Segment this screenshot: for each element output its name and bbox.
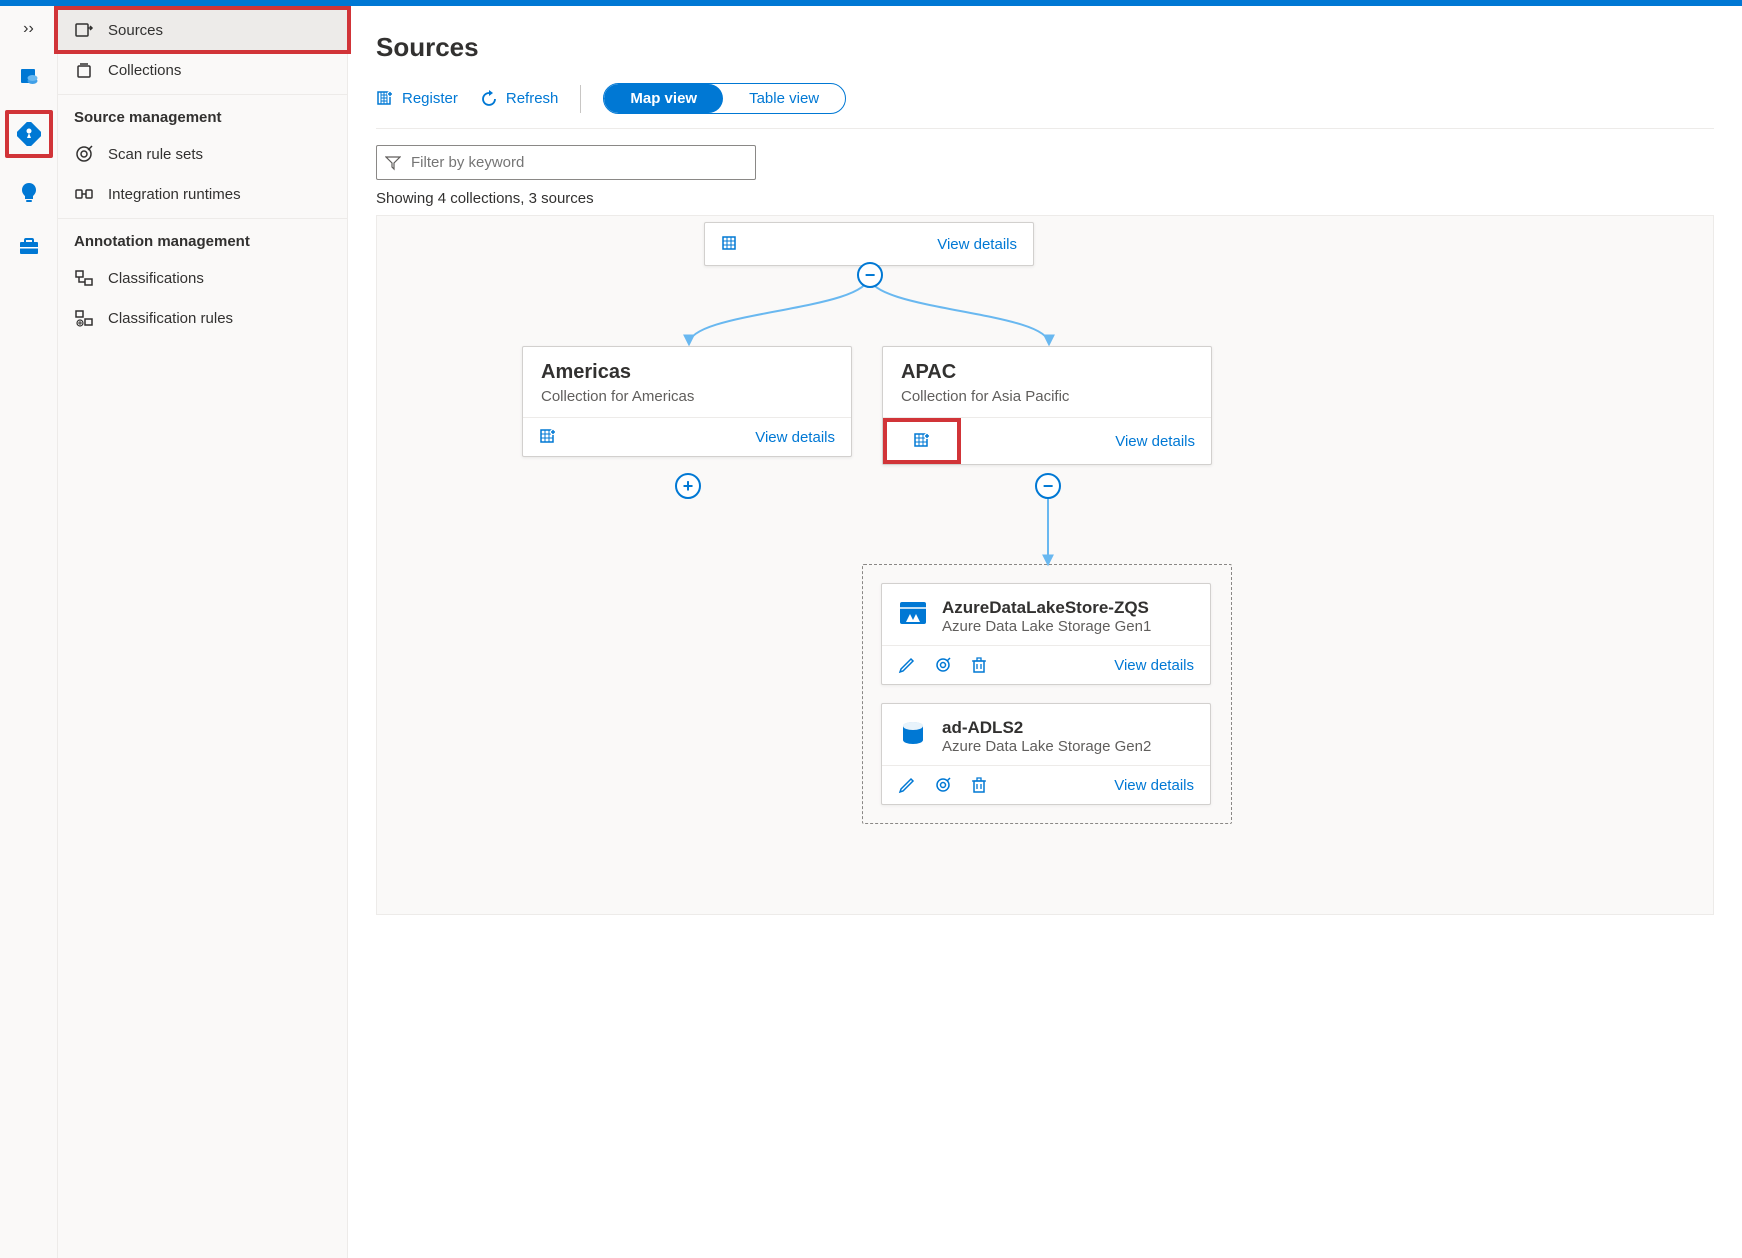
showing-count: Showing 4 collections, 3 sources <box>376 190 1714 207</box>
toolbar-separator <box>580 85 581 113</box>
root-collection-node[interactable]: View details <box>704 222 1034 266</box>
root-view-details[interactable]: View details <box>937 236 1017 253</box>
rail-item-sources[interactable] <box>5 110 53 158</box>
register-source-icon[interactable] <box>913 432 931 450</box>
database-icon <box>17 64 41 88</box>
sidebar-item-label: Scan rule sets <box>108 146 203 163</box>
rail-item-management[interactable] <box>9 226 49 266</box>
refresh-icon <box>480 90 498 108</box>
connector-apac-children <box>377 486 1277 576</box>
register-button[interactable]: Register <box>376 90 458 108</box>
source-view-details[interactable]: View details <box>1114 777 1194 794</box>
sidebar-item-integration-runtimes[interactable]: Integration runtimes <box>58 174 347 214</box>
collections-icon <box>74 60 94 80</box>
expand-rail-button[interactable]: ›› <box>15 16 42 42</box>
filter-input-wrapper <box>376 145 756 180</box>
target-icon <box>74 144 94 164</box>
adls-gen1-icon <box>898 598 928 628</box>
register-icon <box>376 90 394 108</box>
sidebar-item-sources[interactable]: Sources <box>54 6 351 54</box>
source-card-adls2[interactable]: ad-ADLS2 Azure Data Lake Storage Gen2 Vi… <box>881 703 1211 805</box>
apac-view-details[interactable]: View details <box>1115 433 1195 450</box>
sidebar-item-label: Sources <box>108 22 163 39</box>
toolbox-icon <box>17 234 41 258</box>
scan-icon[interactable] <box>934 776 952 794</box>
toolbar: Register Refresh Map view Table view <box>376 83 1714 129</box>
sources-nav-icon <box>74 20 94 40</box>
delete-icon[interactable] <box>970 776 988 794</box>
sidebar-item-classifications[interactable]: Classifications <box>58 258 347 298</box>
source-subtitle: Azure Data Lake Storage Gen1 <box>942 618 1151 635</box>
lightbulb-icon <box>17 180 41 204</box>
node-subtitle: Collection for Americas <box>541 388 833 405</box>
register-source-icon[interactable] <box>539 428 557 446</box>
map-canvas[interactable]: View details − Americas Collection for A… <box>376 215 1714 915</box>
node-title: Americas <box>541 361 833 384</box>
sidebar-item-label: Classification rules <box>108 310 233 327</box>
sidebar-item-collections[interactable]: Collections <box>58 50 347 90</box>
edit-icon[interactable] <box>898 656 916 674</box>
sidebar-item-label: Collections <box>108 62 181 79</box>
sidebar: Sources Collections Source management Sc… <box>58 6 348 1258</box>
collection-node-apac[interactable]: APAC Collection for Asia Pacific View de… <box>882 346 1212 465</box>
source-title: ad-ADLS2 <box>942 718 1151 738</box>
source-view-details[interactable]: View details <box>1114 657 1194 674</box>
source-card-adls1[interactable]: AzureDataLakeStore-ZQS Azure Data Lake S… <box>881 583 1211 685</box>
rail-item-insights[interactable] <box>9 172 49 212</box>
refresh-button[interactable]: Refresh <box>480 90 559 108</box>
node-title: APAC <box>901 361 1193 384</box>
register-label: Register <box>402 90 458 107</box>
delete-icon[interactable] <box>970 656 988 674</box>
americas-expand-badge[interactable]: + <box>675 473 701 499</box>
refresh-label: Refresh <box>506 90 559 107</box>
sidebar-section-source-mgmt: Source management <box>58 94 347 134</box>
view-toggle: Map view Table view <box>603 83 846 114</box>
sidebar-item-classification-rules[interactable]: Classification rules <box>58 298 347 338</box>
sidebar-item-label: Classifications <box>108 270 204 287</box>
source-subtitle: Azure Data Lake Storage Gen2 <box>942 738 1151 755</box>
collection-node-americas[interactable]: Americas Collection for Americas View de… <box>522 346 852 457</box>
table-view-toggle[interactable]: Table view <box>723 84 845 113</box>
sidebar-item-label: Integration runtimes <box>108 186 241 203</box>
apac-collapse-badge[interactable]: − <box>1035 473 1061 499</box>
edit-icon[interactable] <box>898 776 916 794</box>
map-view-toggle[interactable]: Map view <box>604 84 723 113</box>
runtime-icon <box>74 184 94 204</box>
americas-view-details[interactable]: View details <box>755 429 835 446</box>
sidebar-section-annotation-mgmt: Annotation management <box>58 218 347 258</box>
grid-icon <box>721 235 739 253</box>
scan-icon[interactable] <box>934 656 952 674</box>
adls-gen2-icon <box>898 718 928 748</box>
sources-icon <box>17 122 41 146</box>
classification-icon <box>74 268 94 288</box>
rail-item-data[interactable] <box>9 56 49 96</box>
page-title: Sources <box>376 32 1714 63</box>
filter-input[interactable] <box>376 145 756 180</box>
main-content: Sources Register Refresh Map view Table … <box>348 6 1742 1258</box>
class-rules-icon <box>74 308 94 328</box>
node-subtitle: Collection for Asia Pacific <box>901 388 1193 405</box>
source-title: AzureDataLakeStore-ZQS <box>942 598 1151 618</box>
root-collapse-badge[interactable]: − <box>857 262 883 288</box>
nav-rail: ›› <box>0 6 58 1258</box>
sidebar-item-scan-rule-sets[interactable]: Scan rule sets <box>58 134 347 174</box>
sources-group-apac: AzureDataLakeStore-ZQS Azure Data Lake S… <box>862 564 1232 824</box>
